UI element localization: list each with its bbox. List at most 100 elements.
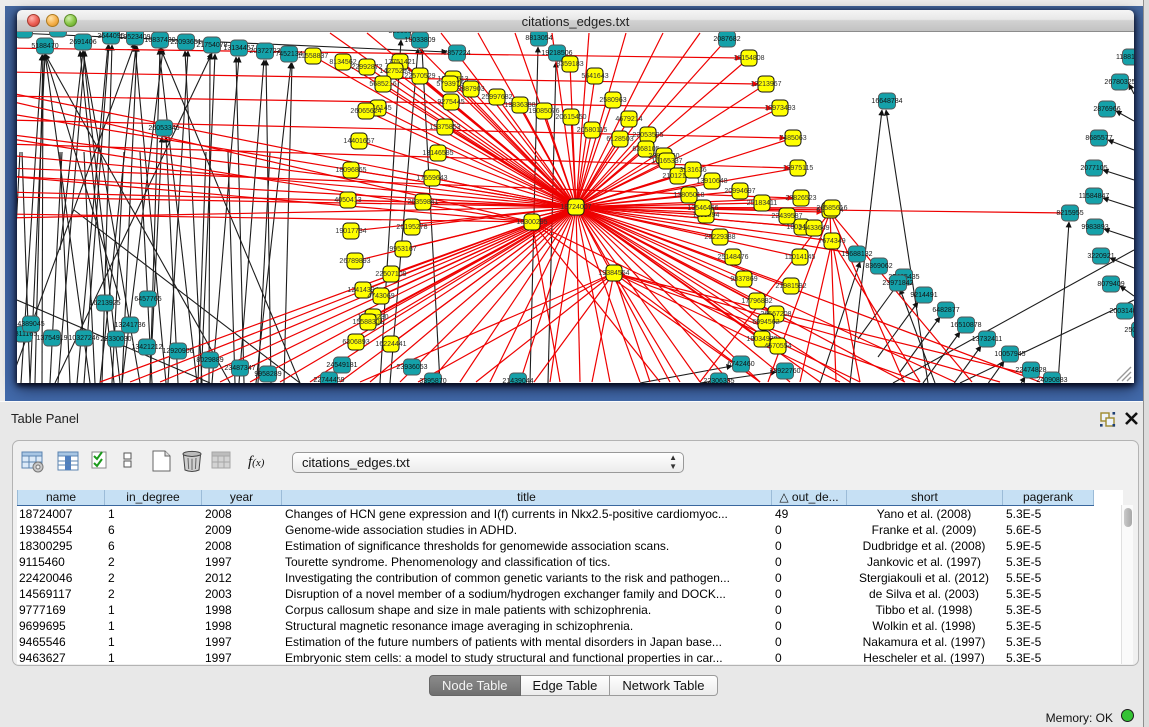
svg-text:10973493: 10973493 <box>764 105 795 112</box>
svg-text:16033809: 16033809 <box>404 37 435 44</box>
svg-text:22053595: 22053595 <box>632 132 663 139</box>
svg-text:7674349: 7674349 <box>818 238 845 245</box>
svg-text:9887903: 9887903 <box>457 86 484 93</box>
svg-text:16648784: 16648784 <box>871 98 902 105</box>
svg-text:11558837: 11558837 <box>298 53 329 60</box>
svg-text:9983893: 9983893 <box>1081 224 1108 231</box>
svg-text:11014145: 11014145 <box>785 254 816 261</box>
svg-text:15375853: 15375853 <box>429 124 460 131</box>
svg-text:21981592: 21981592 <box>775 283 806 290</box>
svg-text:7857224: 7857224 <box>443 50 470 57</box>
svg-text:2580963: 2580963 <box>599 97 626 104</box>
svg-text:18922760: 18922760 <box>769 368 800 375</box>
svg-text:8369062: 8369062 <box>865 263 892 270</box>
svg-text:9953167: 9953167 <box>389 246 416 253</box>
svg-text:5641643: 5641643 <box>581 73 608 80</box>
svg-text:23487347: 23487347 <box>224 365 255 372</box>
svg-text:11881122: 11881122 <box>1116 54 1146 61</box>
svg-text:2087682: 2087682 <box>713 36 740 43</box>
svg-text:22507109: 22507109 <box>375 271 406 278</box>
svg-text:20615450: 20615450 <box>555 114 586 121</box>
svg-text:3131636: 3131636 <box>679 167 706 174</box>
svg-text:13754919: 13754919 <box>36 335 67 342</box>
svg-text:3395870: 3395870 <box>419 378 446 385</box>
svg-text:22306335: 22306335 <box>703 378 734 385</box>
svg-text:22330030: 22330030 <box>100 336 131 343</box>
svg-text:13421212: 13421212 <box>131 344 162 351</box>
svg-text:26195278: 26195278 <box>396 224 427 231</box>
svg-text:18300295: 18300295 <box>516 219 547 226</box>
svg-text:23826523: 23826523 <box>785 195 816 202</box>
svg-text:6482877: 6482877 <box>932 307 959 314</box>
svg-text:4570554: 4570554 <box>764 343 791 350</box>
svg-text:13546466: 13546466 <box>687 205 718 212</box>
svg-text:f(x): f(x) <box>248 454 265 470</box>
svg-text:6742460: 6742460 <box>727 361 754 368</box>
svg-text:12920906: 12920906 <box>162 348 193 355</box>
svg-text:8079409: 8079409 <box>1097 281 1124 288</box>
svg-text:12213967: 12213967 <box>750 81 781 88</box>
svg-text:4050413: 4050413 <box>334 197 361 204</box>
svg-text:21433649: 21433649 <box>798 225 829 232</box>
svg-text:26065624: 26065624 <box>350 108 381 115</box>
svg-text:24090883: 24090883 <box>1036 377 1067 384</box>
svg-text:26053346: 26053346 <box>148 125 179 132</box>
svg-text:4389045: 4389045 <box>17 321 44 328</box>
svg-text:26585616: 26585616 <box>816 205 847 212</box>
svg-text:20580115: 20580115 <box>577 127 608 134</box>
svg-text:2876966: 2876966 <box>1093 106 1120 113</box>
svg-text:9275445: 9275445 <box>437 99 464 106</box>
svg-text:10327246: 10327246 <box>68 335 99 342</box>
svg-text:15588301: 15588301 <box>352 319 383 326</box>
svg-text:8813054: 8813054 <box>525 35 552 42</box>
svg-text:6128503: 6128503 <box>606 136 633 143</box>
svg-text:6994562: 6994562 <box>752 319 779 326</box>
svg-text:19688132: 19688132 <box>841 251 872 258</box>
svg-text:16224441: 16224441 <box>375 341 406 348</box>
svg-text:22744459: 22744459 <box>313 377 344 384</box>
svg-text:5188470: 5188470 <box>31 43 58 50</box>
svg-text:25183411: 25183411 <box>747 200 778 207</box>
svg-text:14401657: 14401657 <box>343 138 374 145</box>
svg-text:19017734: 19017734 <box>335 228 366 235</box>
svg-text:2077105: 2077105 <box>1080 165 1107 172</box>
svg-text:11584847: 11584847 <box>1079 193 1110 200</box>
svg-text:26359841: 26359841 <box>407 199 438 206</box>
svg-text:24549181: 24549181 <box>326 362 357 369</box>
svg-text:8029889: 8029889 <box>196 357 223 364</box>
svg-text:5685216: 5685216 <box>369 81 396 88</box>
svg-text:8685577: 8685577 <box>1085 135 1112 142</box>
svg-text:13241736: 13241736 <box>114 322 145 329</box>
svg-text:17796882: 17796882 <box>741 298 772 305</box>
svg-text:19384554: 19384554 <box>598 270 629 277</box>
svg-text:6306893: 6306893 <box>342 339 369 346</box>
svg-text:16154808: 16154808 <box>733 55 764 62</box>
svg-text:7485063: 7485063 <box>779 135 806 142</box>
svg-text:4679214: 4679214 <box>615 116 642 123</box>
svg-text:8359183: 8359183 <box>556 61 583 68</box>
svg-text:26780325: 26780325 <box>1104 79 1135 86</box>
svg-text:8215955: 8215955 <box>1056 210 1083 217</box>
svg-text:9214491: 9214491 <box>910 292 937 299</box>
svg-text:15165337: 15165337 <box>651 158 682 165</box>
svg-text:17559643: 17559643 <box>416 175 447 182</box>
svg-text:18096865: 18096865 <box>335 167 366 174</box>
svg-text:9837869: 9837869 <box>730 276 757 283</box>
svg-text:20031404: 20031404 <box>1109 308 1140 315</box>
svg-text:23936053: 23936053 <box>396 364 427 371</box>
svg-text:12975115: 12975115 <box>783 165 814 172</box>
svg-text:22992872: 22992872 <box>351 64 382 71</box>
svg-text:25997682: 25997682 <box>481 94 512 101</box>
svg-text:6457765: 6457765 <box>134 296 161 303</box>
svg-text:22474828: 22474828 <box>1015 367 1046 374</box>
svg-text:4743069: 4743069 <box>367 293 394 300</box>
svg-text:23971842: 23971842 <box>882 280 913 287</box>
svg-text:25148476: 25148476 <box>717 254 748 261</box>
svg-text:22570529: 22570529 <box>404 73 435 80</box>
svg-text:13805018: 13805018 <box>673 192 704 199</box>
svg-text:13910648: 13910648 <box>696 178 727 185</box>
svg-text:16213925: 16213925 <box>89 300 120 307</box>
svg-text:20994697: 20994697 <box>724 188 755 195</box>
svg-text:13146585: 13146585 <box>422 150 453 157</box>
svg-text:3220921: 3220921 <box>1087 253 1114 260</box>
